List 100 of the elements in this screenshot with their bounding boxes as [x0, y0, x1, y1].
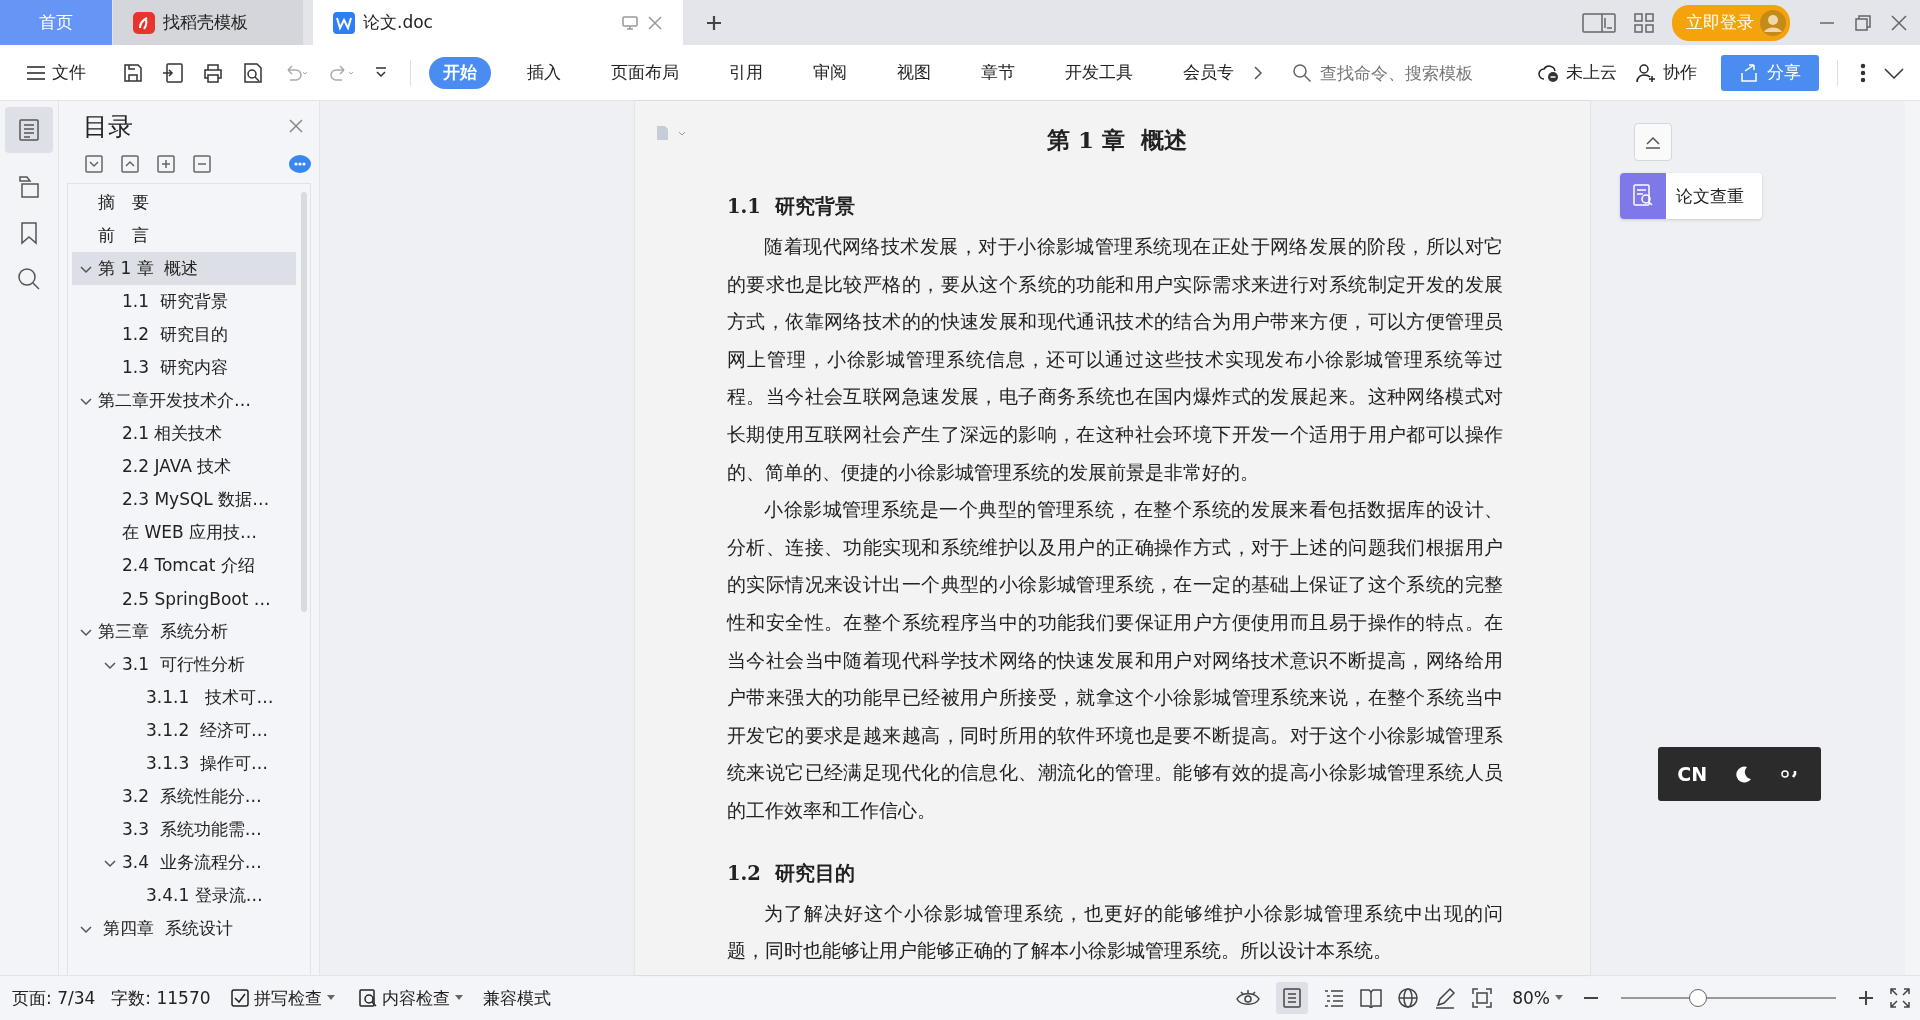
fullscreen-icon[interactable] [1890, 988, 1910, 1008]
outline-item[interactable]: 3.1.1 技术可… [72, 681, 296, 714]
ribbon-tab[interactable]: 开发工具 [1051, 56, 1147, 89]
avatar-icon [1760, 9, 1786, 36]
sections-icon[interactable] [17, 175, 41, 199]
outline-item[interactable]: 3.3 系统功能需… [72, 813, 296, 846]
remove-heading-icon[interactable] [193, 155, 211, 173]
paragraph: 小徐影城管理系统是一个典型的管理系统，在整个系统的发展来看包括数据库的设计、分析、连接、功能实现和系统维护以及用户的正确操作方式，对于上述的问题我们根据用户的实际情况来设计出一个典型的小徐影城管理系统，在一定的基础上保证了这个系统的完整性和安全性。在整个系统程序当中的功能我们要保证用户方便使用而且易于操作的特点。在当今社会当中随着现代科学技术网络的快速发展和用户对网络技术意识不断提高，网络给用户带来强大的功能早已经被用户所接受，就拿这个小徐影城管理系统来说，在整个系统当中开发它的要求是越来越高，同时所用的软件环境也是要不断提高。对于这个小徐影城管理系统来说它已经满足现代化的信息化、潮流化的管理。能够有效的提高小徐影城管理系统人员的工作效率和工作信心。 [727, 498, 1503, 823]
monitor-icon[interactable] [621, 13, 639, 32]
spell-check-button[interactable]: 拼写检查 [226, 983, 339, 1013]
close-icon[interactable] [1890, 13, 1908, 32]
assistant-icon[interactable] [289, 155, 311, 173]
document-tab[interactable]: 论文.doc [313, 0, 683, 45]
outline-item[interactable]: 2.1 相关技术 [72, 417, 296, 450]
outline-item[interactable]: 第 1 章 概述 [72, 252, 296, 285]
ribbon-tab[interactable]: 引用 [715, 56, 777, 89]
chapter-title: 第 1 章 概述 [1045, 125, 1188, 155]
outline-item[interactable]: 1.1 研究背景 [72, 285, 296, 318]
ribbon-tab[interactable]: 视图 [883, 56, 945, 89]
page-view-icon [1283, 988, 1302, 1008]
paragraph: 为了解决好这个小徐影城管理系统，也更好的能够维护小徐影城管理系统中出现的问题，同时也能够让用户能够正确的了解本小徐影城管理系统。所以设计本系统。 [727, 901, 1503, 964]
content-check-button[interactable]: 内容检查 [354, 983, 467, 1013]
ribbon-tab[interactable]: 章节 [967, 56, 1029, 89]
save-icon[interactable] [122, 61, 144, 84]
check-document-icon [1632, 184, 1654, 208]
outline-item[interactable]: 3.1.3 操作可… [72, 747, 296, 780]
search-icon[interactable] [17, 267, 41, 291]
add-heading-icon[interactable] [157, 155, 175, 173]
eye-protection-icon[interactable] [1236, 988, 1261, 1008]
outline-item[interactable]: 3.1.2 经济可… [72, 714, 296, 747]
outline-item[interactable]: 3.2 系统性能分… [72, 780, 296, 813]
outline-item[interactable]: 摘 要 [72, 186, 296, 219]
document-tab[interactable]: 找稻壳模板 [113, 0, 303, 45]
collapse-ribbon-icon[interactable] [1884, 65, 1904, 80]
collapse-all-icon[interactable] [85, 155, 103, 173]
search-field[interactable]: 查找命令、搜索模板 [1292, 55, 1502, 90]
caret-icon [1555, 995, 1563, 1001]
zoom-percent-button[interactable]: 80% [1508, 983, 1567, 1013]
outline-item[interactable]: 第四章 系统设计 [72, 912, 296, 945]
print-icon[interactable] [202, 61, 224, 84]
outline-item[interactable]: 2.5 SpringBoot … [72, 582, 296, 615]
pen-icon[interactable] [1434, 987, 1457, 1009]
slider-thumb[interactable] [1689, 989, 1708, 1007]
leaf-logo-icon [133, 11, 155, 34]
outline-item[interactable]: 第二章开发技术介… [72, 384, 296, 417]
caret-icon [326, 995, 335, 1001]
outline-view-icon[interactable] [1324, 989, 1345, 1007]
export-icon[interactable] [162, 61, 184, 84]
zoom-in-icon[interactable] [1858, 990, 1874, 1006]
paragraph: 随着现代网络技术发展，对于小徐影城管理系统现在正处于网络发展的阶段，所以对它的要求也是比较严格的，要从这个系统的功能和用户实际需求来进行对系统制定开发的发展方式，依靠网络技术的的快速发展和现代通讯技术的结合为用户带来方便，可以方便管理员网上管理，小徐影城管理系统信息，还可以通过这些技术实现发布小徐影城管理系统等过程。当今社会互联网急速发展，电子商务系统也在国内爆炸式的发展起来。这种网络模式对长期使用互联网社会产生了深远的影响，在这种社会环境下开发一个适用于用户都可以操作的、简单的、便捷的小徐影城管理系统的发展前景是非常好的。 [727, 235, 1503, 485]
close-icon[interactable] [647, 14, 663, 31]
panel-title: 目录 [83, 110, 133, 143]
checkbox-icon [230, 989, 249, 1007]
outline-item[interactable]: 3.4.1 登录流… [72, 879, 296, 912]
outline-item[interactable]: 第三章 系统分析 [72, 615, 296, 648]
share-icon [1739, 62, 1759, 83]
caret-icon [454, 995, 463, 1001]
outline-item[interactable]: 3.4 业务流程分… [72, 846, 296, 879]
plagiarism-check-button[interactable]: 论文查重 [1620, 173, 1762, 219]
word-count[interactable]: 字数: 11570 [111, 986, 211, 1010]
ribbon-tab[interactable]: 会员专 [1169, 56, 1248, 89]
page-view-button[interactable] [1276, 982, 1309, 1014]
scrollbar[interactable] [1905, 101, 1920, 975]
more-icon[interactable] [1860, 62, 1866, 83]
web-view-icon[interactable] [1398, 988, 1419, 1008]
input-method-widget[interactable]: CN [1658, 747, 1821, 801]
collaborate-button[interactable]: 协作 [1631, 55, 1701, 90]
new-tab-icon[interactable] [705, 13, 723, 32]
bookmark-icon[interactable] [19, 221, 39, 245]
outline-item[interactable]: 2.3 MySQL 数据… [72, 483, 296, 516]
ribbon-tab[interactable]: 页面布局 [597, 56, 693, 89]
outline-item[interactable]: 2.2 JAVA 技术 [72, 450, 296, 483]
outline-item[interactable]: 前 言 [72, 219, 296, 252]
fit-page-icon[interactable] [1472, 988, 1493, 1008]
close-icon[interactable] [289, 119, 303, 133]
reading-layout-icon[interactable] [1582, 11, 1616, 34]
add-user-icon [1635, 62, 1657, 83]
file-menu[interactable]: 文件 [22, 55, 90, 90]
restore-icon[interactable] [1854, 13, 1872, 32]
apps-grid-icon[interactable] [1634, 12, 1654, 33]
outline-item[interactable]: 2.4 Tomcat 介绍 [72, 549, 296, 582]
reading-view-icon[interactable] [1360, 988, 1383, 1008]
cloud-status-button[interactable]: 未上云 [1534, 55, 1621, 90]
outline-icon [18, 119, 40, 141]
outline-item[interactable]: 3.1 可行性分析 [72, 648, 296, 681]
menu-icon [26, 64, 46, 81]
cloud-icon [1538, 62, 1560, 83]
collapse-panel-button[interactable] [1634, 123, 1672, 161]
ribbon-tab[interactable]: 审阅 [799, 56, 861, 89]
document-search-icon [358, 989, 377, 1007]
outline-panel-button[interactable] [5, 107, 53, 153]
scrollbar[interactable] [301, 192, 307, 612]
print-preview-icon[interactable] [242, 61, 264, 84]
compatibility-mode: 兼容模式 [482, 986, 551, 1010]
section-heading: 1.2 研究目的 [727, 860, 856, 887]
outline-item[interactable]: 1.3 研究内容 [72, 351, 296, 384]
outline-item[interactable]: 1.2 研究目的 [72, 318, 296, 351]
outline-item[interactable]: 在 WEB 应用技… [72, 516, 296, 549]
expand-all-icon[interactable] [121, 155, 139, 173]
ribbon-tab[interactable]: 插入 [513, 56, 575, 89]
